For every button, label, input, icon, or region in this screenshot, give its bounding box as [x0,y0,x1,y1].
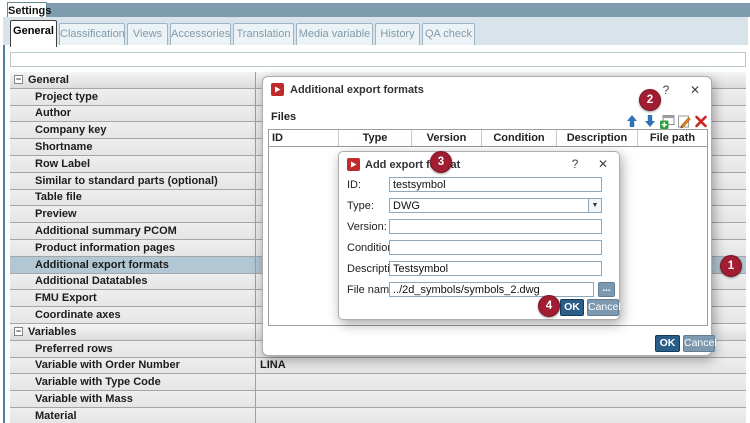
cancel-button[interactable]: Cancel [587,299,619,316]
tab-qa-check[interactable]: QA check [422,23,475,46]
version-label: Version: [347,221,387,233]
browse-button[interactable]: ... [598,282,615,297]
file-name-field[interactable] [389,282,594,297]
annotation-circle-3: 3 [430,151,452,173]
tab-history[interactable]: History [375,23,420,46]
settings-row[interactable]: Material [10,408,746,423]
close-button[interactable]: ✕ [595,157,611,172]
cancel-button[interactable]: Cancel [683,335,715,352]
column-header-condition[interactable]: Condition [482,130,557,146]
filter-input[interactable] [11,53,745,66]
add-icon[interactable] [659,113,675,129]
column-header-description[interactable]: Description [557,130,638,146]
filter-bar [10,52,746,67]
move-up-icon[interactable] [624,113,640,129]
help-button[interactable]: ? [567,157,583,172]
tab-media-variable[interactable]: Media variable [296,23,373,46]
id-label: ID: [347,179,361,191]
tab-general[interactable]: General [10,20,57,47]
column-header-id[interactable]: ID [269,130,339,146]
tab-page-border [3,45,5,423]
app-icon [347,158,360,171]
edit-icon[interactable] [676,113,692,129]
files-label: Files [271,111,296,123]
window-title-bar [45,3,750,17]
ok-button[interactable]: OK [560,299,584,316]
tab-classification[interactable]: Classification [59,23,125,46]
column-header-file-path[interactable]: File path [638,130,707,146]
id-field[interactable] [389,177,602,192]
condition-field[interactable] [389,240,602,255]
description-field[interactable] [389,261,602,276]
column-header-version[interactable]: Version [412,130,482,146]
settings-row[interactable]: Variable with Mass [10,391,746,408]
app-icon [271,83,284,96]
annotation-circle-1: 1 [720,255,742,277]
move-down-icon[interactable] [642,113,658,129]
collapse-icon[interactable]: − [14,75,23,84]
dialog-title: Additional export formats [290,84,424,96]
type-label: Type: [347,200,374,212]
tab-accessories[interactable]: Accessories [170,23,231,46]
settings-row[interactable]: Variable with Type Code [10,374,746,391]
close-button[interactable]: ✕ [687,83,703,98]
delete-icon[interactable] [693,113,709,129]
chevron-down-icon[interactable]: ▼ [588,199,601,212]
tab-translation[interactable]: Translation [233,23,294,46]
annotation-circle-4: 4 [538,295,560,317]
version-field[interactable] [389,219,602,234]
settings-window: Settings General Classification Views Ac… [0,0,750,423]
add-export-format-dialog: Add export format ? ✕ ID: Type: ▼ Versio… [338,151,620,320]
annotation-circle-2: 2 [639,89,661,111]
ok-button[interactable]: OK [655,335,680,352]
settings-row[interactable]: Variable with Order Number LINA [10,358,746,375]
column-header-type[interactable]: Type [339,130,412,146]
row-value: LINA [260,359,286,371]
tab-views[interactable]: Views [127,23,168,46]
files-table-header: ID Type Version Condition Description Fi… [269,130,707,147]
type-combobox[interactable] [389,198,602,213]
collapse-icon[interactable]: − [14,327,23,336]
